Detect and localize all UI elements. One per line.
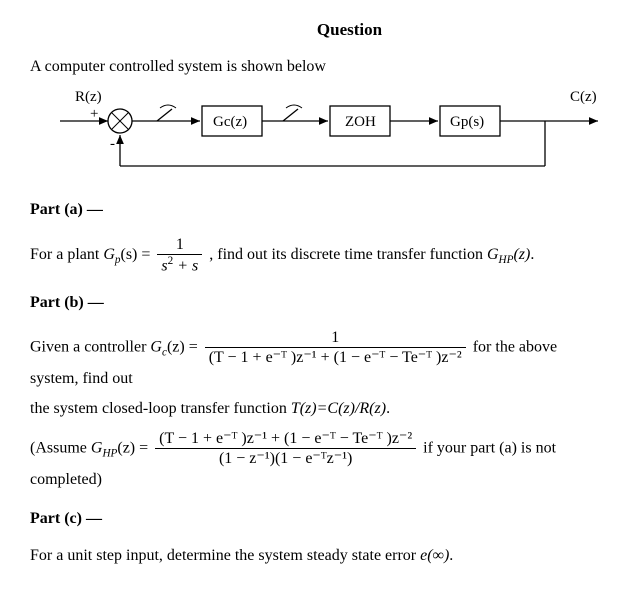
tz-expr: T(z)=C(z)/R(z) (291, 400, 386, 417)
gc-symbol: G (150, 338, 162, 355)
frac-num: 1 (205, 328, 466, 348)
intro-text: A computer controlled system is shown be… (30, 58, 609, 76)
text: For a unit step input, determine the sys… (30, 547, 420, 564)
output-label: C(z) (570, 89, 597, 105)
frac-den: (T − 1 + e⁻ᵀ )z⁻¹ + (1 − e⁻ᵀ − Te⁻ᵀ )z⁻² (205, 348, 466, 367)
period: . (386, 400, 390, 417)
gc-arg: (z) = (167, 338, 198, 355)
controller-fraction: 1 (T − 1 + e⁻ᵀ )z⁻¹ + (1 − e⁻ᵀ − Te⁻ᵀ )z… (205, 328, 466, 367)
text: For a plant (30, 246, 103, 263)
block-gp: Gp(s) (450, 114, 484, 130)
part-a-text: For a plant Gp(s) = 1 s2 + s , find out … (30, 235, 609, 276)
part-b-text-2: the system closed-loop transfer function… (30, 397, 609, 421)
part-c-text: For a unit step input, determine the sys… (30, 544, 609, 568)
part-b-heading: Part (b) — (30, 294, 609, 312)
einf: e(∞) (420, 547, 449, 564)
block-diagram: R(z) + - Gc(z) ZOH Gp(s) C(z) (50, 86, 610, 181)
ghp-sub: HP (499, 254, 514, 266)
frac-den: s2 + s (157, 255, 202, 276)
ghp2-sub: HP (102, 448, 117, 460)
ghp-fraction: (T − 1 + e⁻ᵀ )z⁻¹ + (1 − e⁻ᵀ − Te⁻ᵀ )z⁻²… (155, 429, 416, 468)
ghp2-symbol: G (91, 439, 103, 456)
period: . (530, 246, 534, 263)
plus-sign: + (90, 106, 98, 122)
frac-num: 1 (157, 235, 202, 255)
part-b-assume: (Assume GHP(z) = (T − 1 + e⁻ᵀ )z⁻¹ + (1 … (30, 429, 609, 492)
frac-num: (T − 1 + e⁻ᵀ )z⁻¹ + (1 − e⁻ᵀ − Te⁻ᵀ )z⁻² (155, 429, 416, 449)
minus-sign: - (110, 136, 115, 152)
ghp-symbol: G (487, 246, 499, 263)
text: Given a controller (30, 338, 150, 355)
period: . (449, 547, 453, 564)
gp-symbol: G (103, 246, 115, 263)
block-gc: Gc(z) (213, 114, 247, 130)
part-a-heading: Part (a) — (30, 201, 609, 219)
plant-fraction: 1 s2 + s (157, 235, 202, 276)
part-b-text-1: Given a controller Gc(z) = 1 (T − 1 + e⁻… (30, 328, 609, 391)
frac-den: (1 − z⁻¹)(1 − e⁻ᵀz⁻¹) (155, 449, 416, 468)
text: the system closed-loop transfer function (30, 400, 291, 417)
gp-arg: (s) = (120, 246, 150, 263)
ghp2-arg: (z) = (117, 439, 148, 456)
page-title: Question (90, 20, 609, 40)
ghp-arg: (z) (513, 246, 530, 263)
text: , find out its discrete time transfer fu… (209, 246, 487, 263)
part-c-heading: Part (c) — (30, 510, 609, 528)
block-zoh: ZOH (345, 114, 376, 130)
input-label: R(z) (75, 89, 102, 105)
text: (Assume (30, 439, 91, 456)
